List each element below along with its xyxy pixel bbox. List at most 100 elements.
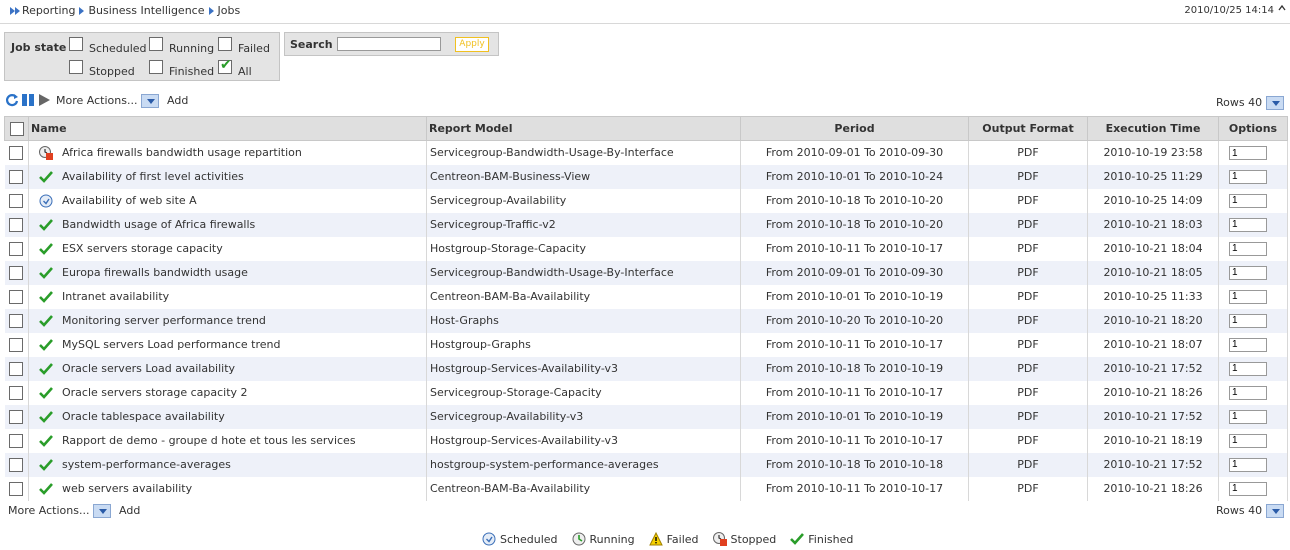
job-name[interactable]: Oracle tablespace availability (62, 410, 225, 423)
column-header-options[interactable]: Options (1218, 116, 1288, 141)
breadcrumb-item-business-intelligence[interactable]: Business Intelligence (88, 4, 204, 17)
options-input[interactable] (1229, 313, 1267, 328)
breadcrumb-item-jobs[interactable]: Jobs (218, 4, 241, 17)
more-actions-top[interactable]: More Actions... (56, 94, 159, 108)
name-cell: Oracle tablespace availability (28, 404, 427, 429)
job-name[interactable]: Oracle servers storage capacity 2 (62, 386, 248, 399)
rows-value: 40 (1248, 504, 1263, 517)
checkbox-scheduled[interactable] (69, 37, 83, 51)
report-model-cell: Centreon-BAM-Ba-Availability (426, 476, 741, 501)
options-input[interactable] (1229, 409, 1267, 424)
job-name[interactable]: Africa firewalls bandwidth usage reparti… (62, 146, 302, 159)
pause-icon[interactable] (21, 93, 35, 110)
table-row[interactable]: MySQL servers Load performance trend Host… (4, 332, 1288, 357)
table-row[interactable]: Availability of web site A Servicegroup-A… (4, 188, 1288, 213)
checkbox-running[interactable] (149, 37, 163, 51)
column-header-name[interactable]: Name (28, 116, 427, 141)
add-button-top[interactable]: Add (167, 94, 188, 107)
job-name[interactable]: Availability of web site A (62, 194, 197, 207)
search-input[interactable] (337, 37, 441, 51)
table-row[interactable]: ESX servers storage capacity Hostgroup-St… (4, 236, 1288, 261)
row-checkbox[interactable] (9, 385, 24, 400)
job-name[interactable]: MySQL servers Load performance trend (62, 338, 280, 351)
dropdown-arrow-icon[interactable] (1265, 96, 1284, 110)
options-input[interactable] (1229, 385, 1267, 400)
job-name[interactable]: system-performance-averages (62, 458, 231, 471)
options-input[interactable] (1229, 457, 1267, 472)
job-name[interactable]: Intranet availability (62, 290, 169, 303)
row-checkbox[interactable] (9, 193, 24, 208)
more-actions-bottom[interactable]: More Actions... (8, 504, 111, 518)
row-checkbox[interactable] (9, 313, 24, 328)
row-checkbox[interactable] (9, 337, 24, 352)
options-input[interactable] (1229, 193, 1267, 208)
table-row[interactable]: Oracle servers Load availability Hostgrou… (4, 356, 1288, 381)
select-all-checkbox[interactable] (9, 121, 24, 136)
table-row[interactable]: Monitoring server performance trend Host-… (4, 308, 1288, 333)
checkbox-finished[interactable] (149, 60, 163, 74)
job-name[interactable]: Oracle servers Load availability (62, 362, 235, 375)
table-row[interactable]: system-performance-averages hostgroup-sys… (4, 452, 1288, 477)
row-checkbox[interactable] (9, 145, 24, 160)
row-checkbox[interactable] (9, 265, 24, 280)
options-input[interactable] (1229, 169, 1267, 184)
refresh-icon[interactable] (5, 93, 19, 110)
table-row[interactable]: Rapport de demo - groupe d hote et tous … (4, 428, 1288, 453)
table-row[interactable]: Oracle servers storage capacity 2 Service… (4, 380, 1288, 405)
table-row[interactable]: Africa firewalls bandwidth usage reparti… (4, 140, 1288, 165)
row-select-cell (4, 164, 29, 189)
job-name[interactable]: web servers availability (62, 482, 192, 495)
table-row[interactable]: Intranet availability Centreon-BAM-Ba-Ava… (4, 284, 1288, 309)
options-input[interactable] (1229, 217, 1267, 232)
arrow-right-icon (79, 6, 85, 15)
play-icon[interactable] (37, 93, 51, 110)
row-checkbox[interactable] (9, 169, 24, 184)
row-checkbox[interactable] (9, 433, 24, 448)
job-name[interactable]: Bandwidth usage of Africa firewalls (62, 218, 255, 231)
output-format-cell: PDF (968, 476, 1088, 501)
column-header-report-model[interactable]: Report Model (426, 116, 741, 141)
dropdown-arrow-icon[interactable] (140, 94, 159, 108)
breadcrumb-item-reporting[interactable]: Reporting (22, 4, 75, 17)
row-checkbox[interactable] (9, 289, 24, 304)
options-input[interactable] (1229, 481, 1267, 496)
name-cell: Availability of web site A (28, 188, 427, 213)
checkbox-failed[interactable] (218, 37, 232, 51)
table-row[interactable]: web servers availability Centreon-BAM-Ba-… (4, 476, 1288, 501)
dropdown-arrow-icon[interactable] (1265, 504, 1284, 518)
row-checkbox[interactable] (9, 361, 24, 376)
job-name[interactable]: Rapport de demo - groupe d hote et tous … (62, 434, 356, 447)
job-name[interactable]: ESX servers storage capacity (62, 242, 223, 255)
row-checkbox[interactable] (9, 409, 24, 424)
column-header-period[interactable]: Period (740, 116, 969, 141)
job-name[interactable]: Monitoring server performance trend (62, 314, 266, 327)
rows-selector-top[interactable]: Rows 40 (1216, 96, 1284, 110)
job-name[interactable]: Availability of first level activities (62, 170, 244, 183)
checkbox-all[interactable]: ✔ (218, 57, 232, 74)
dropdown-arrow-icon[interactable] (92, 504, 111, 518)
checkbox-stopped[interactable] (69, 60, 83, 74)
table-row[interactable]: Oracle tablespace availability Servicegro… (4, 404, 1288, 429)
table-row[interactable]: Bandwidth usage of Africa firewalls Servi… (4, 212, 1288, 237)
options-input[interactable] (1229, 265, 1267, 280)
column-header-execution-time[interactable]: Execution Time (1087, 116, 1219, 141)
row-checkbox[interactable] (9, 217, 24, 232)
row-checkbox[interactable] (9, 241, 24, 256)
options-input[interactable] (1229, 337, 1267, 352)
options-input[interactable] (1229, 146, 1267, 160)
rows-selector-bottom[interactable]: Rows 40 (1216, 504, 1284, 518)
report-model-cell: Servicegroup-Bandwidth-Usage-By-Interfac… (426, 140, 741, 165)
apply-button[interactable]: Apply (455, 37, 489, 52)
options-input[interactable] (1229, 361, 1267, 376)
collapse-up-icon[interactable] (1278, 4, 1286, 12)
table-row[interactable]: Europa firewalls bandwidth usage Serviceg… (4, 260, 1288, 285)
column-header-output-format[interactable]: Output Format (968, 116, 1088, 141)
add-button-bottom[interactable]: Add (119, 504, 140, 517)
options-input[interactable] (1229, 433, 1267, 448)
job-name[interactable]: Europa firewalls bandwidth usage (62, 266, 248, 279)
options-input[interactable] (1229, 241, 1267, 256)
row-checkbox[interactable] (9, 481, 24, 496)
row-checkbox[interactable] (9, 457, 24, 472)
table-row[interactable]: Availability of first level activities Ce… (4, 164, 1288, 189)
options-input[interactable] (1229, 289, 1267, 304)
